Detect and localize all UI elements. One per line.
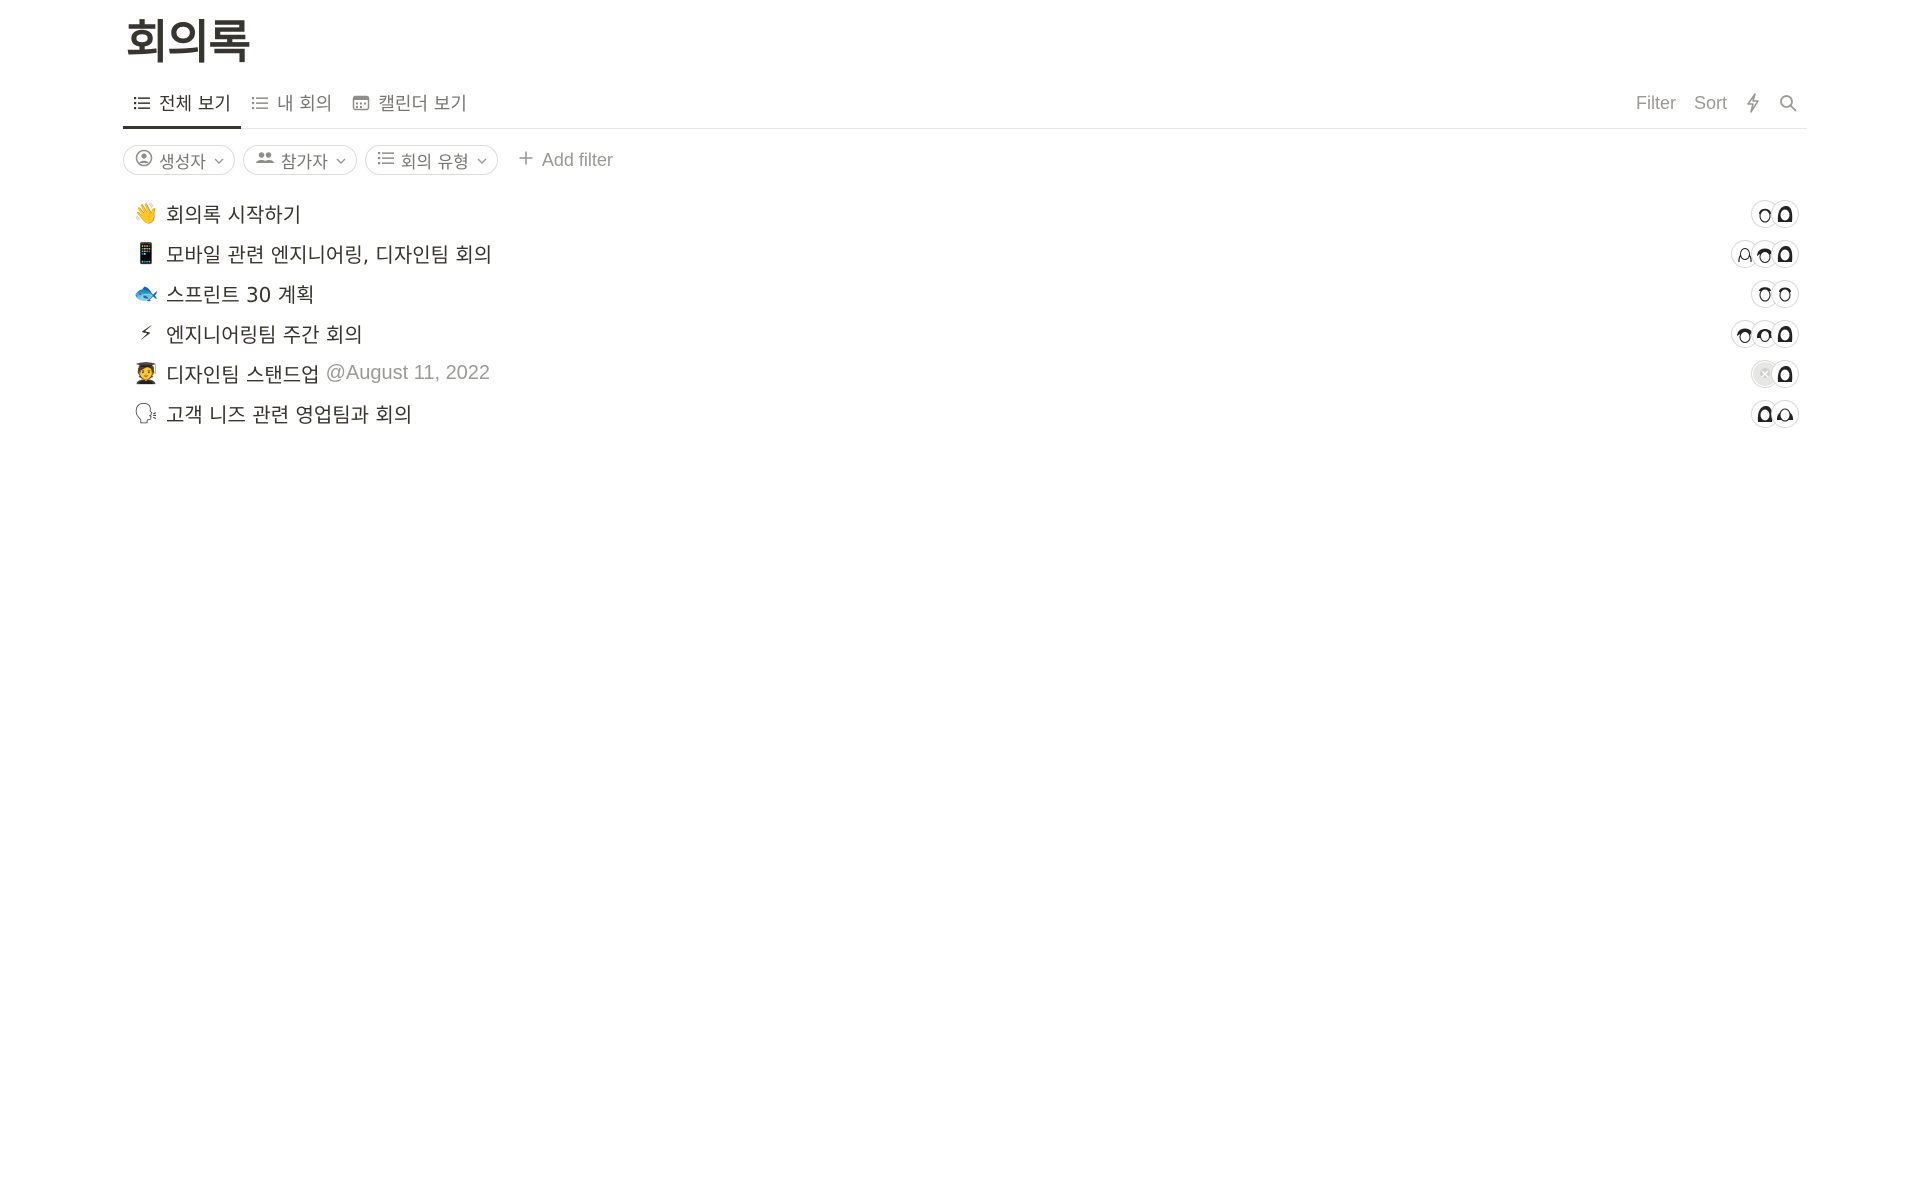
tab-all-view[interactable]: 전체 보기: [123, 78, 241, 129]
filter-bar: 생성자 참가자 회의 유형 Add filter: [123, 144, 619, 176]
avatar: [1772, 321, 1798, 347]
people-icon: [255, 149, 275, 172]
chevron-down-icon: [477, 150, 487, 170]
add-filter-button[interactable]: Add filter: [512, 145, 619, 175]
tab-my-meetings[interactable]: 내 회의: [241, 78, 342, 128]
list-item[interactable]: 🗣 고객 니즈 관련 영업팀과 회의: [126, 393, 1798, 433]
search-icon[interactable]: [1779, 94, 1797, 112]
attendee-avatars: [1732, 321, 1798, 347]
meeting-title: 스프린트 30 계획: [166, 282, 315, 307]
list-item[interactable]: ⚡ 엔지니어링팀 주간 회의: [126, 313, 1798, 353]
list-item[interactable]: 👋 회의록 시작하기: [126, 193, 1798, 233]
list-icon: [377, 149, 395, 172]
filter-chip-label: 생성자: [159, 152, 206, 173]
meeting-title: 모바일 관련 엔지니어링, 디자인팀 회의: [166, 242, 493, 267]
list-item[interactable]: 📱 모바일 관련 엔지니어링, 디자인팀 회의: [126, 233, 1798, 273]
tab-label: 캘린더 보기: [378, 94, 467, 115]
mobile-phone-icon: 📱: [133, 241, 159, 265]
chevron-down-icon: [214, 150, 224, 170]
attendee-avatars: [1752, 281, 1798, 307]
calendar-icon: [352, 94, 370, 112]
speaking-head-icon: 🗣: [133, 401, 159, 425]
tab-label: 내 회의: [276, 94, 333, 115]
filter-chip-participants[interactable]: 참가자: [242, 145, 357, 175]
filter-chip-creator[interactable]: 생성자: [123, 145, 235, 175]
avatar: [1772, 401, 1798, 427]
attendee-avatars: [1752, 361, 1798, 387]
person-circle-icon: [135, 149, 153, 172]
fish-icon: 🐟: [133, 281, 159, 305]
view-toolbar: Filter Sort: [1636, 78, 1797, 128]
view-tabs: 전체 보기 내 회의 캘린더 보기: [123, 78, 477, 129]
filter-button[interactable]: Filter: [1636, 93, 1676, 114]
meeting-title: 디자인팀 스탠드업: [166, 362, 320, 387]
meeting-list: 👋 회의록 시작하기 📱 모바일 관련 엔지니어링, 디자인팀 회의 🐟 스프린…: [126, 193, 1798, 433]
meeting-title: 엔지니어링팀 주간 회의: [166, 322, 363, 347]
tab-calendar-view[interactable]: 캘린더 보기: [342, 78, 477, 128]
filter-chip-meeting-type[interactable]: 회의 유형: [364, 145, 498, 175]
attendee-avatars: [1732, 241, 1798, 267]
sort-button[interactable]: Sort: [1694, 93, 1727, 114]
avatar: [1772, 241, 1798, 267]
avatar: [1772, 361, 1798, 387]
plus-icon: [518, 150, 534, 171]
student-icon: 🧑‍🎓: [133, 361, 159, 385]
list-item[interactable]: 🧑‍🎓 디자인팀 스탠드업 @August 11, 2022: [126, 353, 1798, 393]
lightning-icon[interactable]: [1745, 93, 1761, 113]
date-mention[interactable]: @August 11, 2022: [326, 362, 491, 385]
list-icon: [133, 94, 151, 112]
lightning-icon: ⚡: [138, 321, 154, 345]
list-item[interactable]: 🐟 스프린트 30 계획: [126, 273, 1798, 313]
avatar: [1772, 201, 1798, 227]
waving-hand-icon: 👋: [133, 201, 159, 225]
filter-chip-label: 회의 유형: [400, 152, 469, 173]
view-tabbar: 전체 보기 내 회의 캘린더 보기 Filter Sort: [123, 78, 1807, 129]
meeting-title: 고객 니즈 관련 영업팀과 회의: [166, 402, 413, 427]
page: 회의록 전체 보기 내 회의 캘린더 보기 Filter Sort 생성자 참가…: [0, 0, 1920, 1199]
add-filter-label: Add filter: [541, 149, 613, 170]
list-icon: [251, 94, 269, 112]
page-title: 회의록: [126, 15, 251, 69]
meeting-title: 회의록 시작하기: [166, 202, 302, 227]
tab-label: 전체 보기: [159, 94, 231, 115]
attendee-avatars: [1752, 401, 1798, 427]
chevron-down-icon: [336, 150, 346, 170]
attendee-avatars: [1752, 201, 1798, 227]
avatar: [1772, 281, 1798, 307]
filter-chip-label: 참가자: [280, 152, 328, 173]
